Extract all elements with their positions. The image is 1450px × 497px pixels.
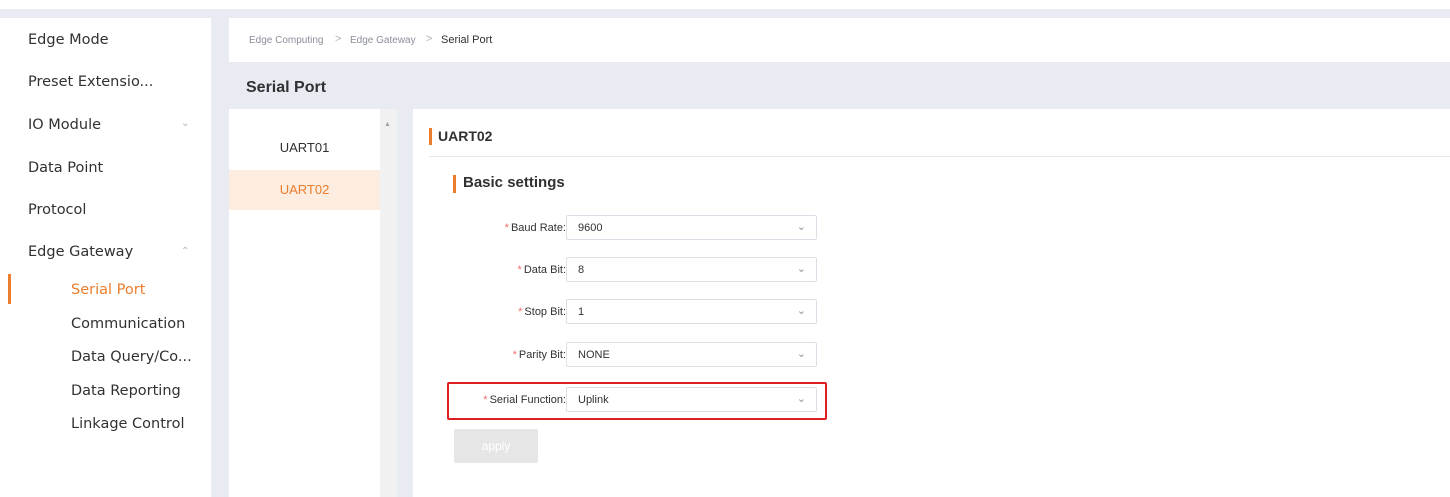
chevron-up-icon[interactable]: ⌃ — [181, 246, 189, 257]
top-strip — [0, 0, 1450, 9]
sidebar-subitem-linkage-control[interactable]: Linkage Control — [71, 416, 184, 432]
sidebar-item-data-point[interactable]: Data Point — [28, 160, 103, 176]
data-bit-value: 8 — [578, 264, 585, 276]
section-title: UART02 — [429, 128, 492, 145]
breadcrumb-separator: > — [335, 33, 342, 45]
data-bit-label: * Data Bit: — [426, 264, 566, 276]
baud-rate-select[interactable]: 9600 ⌄ — [566, 215, 817, 240]
sidebar-item-preset-extension[interactable]: Preset Extensio... — [28, 74, 153, 90]
uart-list-item-uart02[interactable]: UART02 — [229, 170, 380, 210]
stop-bit-select[interactable]: 1 ⌄ — [566, 299, 817, 324]
sidebar-subitem-data-query[interactable]: Data Query/Co... — [71, 349, 192, 365]
baud-rate-value: 9600 — [578, 222, 603, 234]
stop-bit-label: * Stop Bit: — [426, 306, 566, 318]
chevron-down-icon[interactable]: ⌄ — [797, 220, 806, 233]
breadcrumb-separator: > — [426, 33, 433, 45]
detail-panel: UART02 Basic settings * Baud Rate: 9600 ⌄… — [413, 109, 1450, 497]
uart-list-item-uart01[interactable]: UART01 — [229, 128, 380, 168]
chevron-down-icon[interactable]: ⌄ — [797, 262, 806, 275]
breadcrumb-item-edge-gateway[interactable]: Edge Gateway — [350, 35, 416, 46]
sidebar-subitem-data-reporting[interactable]: Data Reporting — [71, 383, 181, 399]
sidebar-subitem-communication[interactable]: Communication — [71, 316, 185, 332]
breadcrumb: Edge Computing > Edge Gateway > Serial P… — [229, 18, 1450, 62]
basic-settings-title: Basic settings — [453, 174, 565, 193]
parity-bit-select[interactable]: NONE ⌄ — [566, 342, 817, 367]
sidebar-item-edge-mode[interactable]: Edge Mode — [28, 32, 109, 48]
divider — [429, 156, 1450, 157]
stop-bit-value: 1 — [578, 306, 585, 318]
required-mark: * — [504, 222, 509, 234]
sidebar-item-io-module[interactable]: IO Module — [28, 117, 101, 133]
required-mark: * — [518, 306, 523, 318]
stop-bit-label-text: Stop Bit: — [524, 306, 566, 318]
chevron-down-icon[interactable]: ⌄ — [797, 304, 806, 317]
required-mark: * — [512, 349, 517, 361]
data-bit-label-text: Data Bit: — [523, 264, 566, 276]
scroll-up-arrow-icon[interactable]: ▲ — [384, 121, 391, 128]
baud-rate-label-text: Baud Rate: — [510, 222, 566, 234]
required-mark: * — [517, 264, 522, 276]
chevron-down-icon[interactable]: ⌄ — [797, 347, 806, 360]
breadcrumb-item-current: Serial Port — [441, 34, 493, 46]
page-title: Serial Port — [246, 79, 327, 96]
sidebar-item-edge-gateway[interactable]: Edge Gateway — [28, 244, 133, 260]
baud-rate-label: * Baud Rate: — [426, 222, 566, 234]
uart-list: UART01 UART02 — [229, 109, 380, 497]
parity-bit-label-text: Parity Bit: — [518, 349, 566, 361]
sidebar-item-protocol[interactable]: Protocol — [28, 202, 86, 218]
chevron-down-icon[interactable]: ⌄ — [181, 118, 189, 129]
breadcrumb-item-edge-computing[interactable]: Edge Computing — [249, 35, 324, 46]
data-bit-select[interactable]: 8 ⌄ — [566, 257, 817, 282]
serial-function-highlight-box — [447, 382, 827, 420]
parity-bit-label: * Parity Bit: — [426, 349, 566, 361]
sidebar: Edge Mode Preset Extensio... IO Module ⌄… — [0, 18, 211, 497]
uart-list-scrollbar[interactable]: ▲ — [380, 109, 397, 497]
sidebar-subitem-serial-port[interactable]: Serial Port — [71, 282, 145, 298]
apply-button[interactable]: apply — [454, 429, 538, 463]
active-indicator — [8, 274, 11, 304]
parity-bit-value: NONE — [578, 349, 610, 361]
